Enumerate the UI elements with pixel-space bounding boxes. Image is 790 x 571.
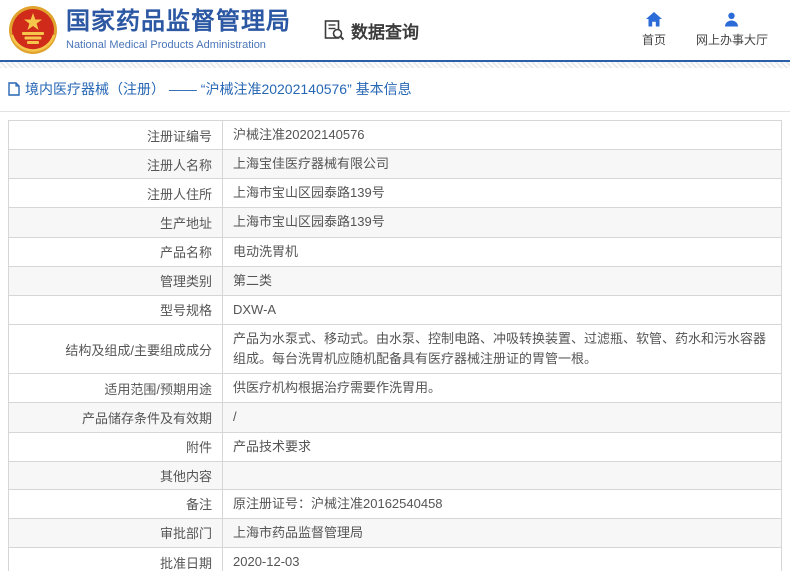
table-row: 附件 产品技术要求 bbox=[8, 431, 782, 462]
row-label: 审批部门 bbox=[8, 517, 223, 548]
row-value: 上海市宝山区园泰路139号 bbox=[222, 178, 782, 209]
row-label-text: 结构及组成/主要组成成分 bbox=[65, 342, 212, 358]
site-header: 国家药品监督管理局 National Medical Products Admi… bbox=[0, 0, 790, 62]
row-label: 适用范围/预期用途 bbox=[8, 373, 223, 404]
row-label-text: 批准日期 bbox=[159, 555, 212, 571]
row-value: 沪械注准20202140576 bbox=[222, 119, 782, 151]
user-icon bbox=[725, 12, 739, 27]
table-row: 备注 原注册证号：沪械注准20162540458 bbox=[8, 488, 782, 519]
breadcrumb-text: 境内医疗器械（注册） —— “沪械注准20202140576” 基本信息 bbox=[25, 81, 412, 97]
row-label: 注册证编号 bbox=[8, 119, 223, 151]
table-row: 产品储存条件及有效期 / bbox=[8, 402, 782, 433]
row-value: 原注册证号：沪械注准20162540458 bbox=[222, 488, 782, 519]
row-label-text: 产品储存条件及有效期 bbox=[81, 410, 212, 426]
row-label: 结构及组成/主要组成成分 bbox=[8, 323, 223, 375]
row-value: 电动洗胃机 bbox=[222, 236, 782, 267]
row-label: 管理类别 bbox=[8, 265, 223, 296]
site-title: 国家药品监督管理局 bbox=[66, 8, 291, 36]
table-row: 生产地址 上海市宝山区园泰路139号 bbox=[8, 207, 782, 238]
table-row: 结构及组成/主要组成成分 产品为水泵式、移动式。由水泵、控制电路、冲吸转换装置、过… bbox=[8, 323, 782, 375]
row-label-text: 型号规格 bbox=[159, 303, 212, 319]
row-label: 型号规格 bbox=[8, 294, 223, 325]
top-nav: 首页 网上办事大厅 bbox=[642, 12, 768, 48]
table-row: 注册人住所 上海市宝山区园泰路139号 bbox=[8, 178, 782, 209]
row-value: DXW-A bbox=[222, 294, 782, 325]
table-row: 批准日期 2020-12-03 bbox=[8, 546, 782, 571]
table-row: 注册人名称 上海宝佳医疗器械有限公司 bbox=[8, 149, 782, 180]
row-label-text: 注册证编号 bbox=[146, 128, 212, 144]
row-label-text: 注册人名称 bbox=[146, 157, 212, 173]
row-label: 备注 bbox=[8, 488, 223, 519]
table-row: 审批部门 上海市药品监督管理局 bbox=[8, 517, 782, 548]
table-row: 注册证编号 沪械注准20202140576 bbox=[8, 119, 782, 151]
data-query-label: 数据查询 bbox=[351, 22, 419, 42]
nav-service-hall[interactable]: 网上办事大厅 bbox=[696, 12, 768, 48]
nav-home[interactable]: 首页 bbox=[642, 12, 666, 48]
row-value: 上海市药品监督管理局 bbox=[222, 517, 782, 548]
site-subtitle: National Medical Products Administration bbox=[66, 38, 266, 51]
table-row: 型号规格 DXW-A bbox=[8, 294, 782, 325]
table-row: 适用范围/预期用途 供医疗机构根据治疗需要作洗胃用。 bbox=[8, 373, 782, 404]
row-label-text: 注册人住所 bbox=[146, 186, 212, 202]
row-value: 2020-12-03 bbox=[222, 546, 782, 571]
row-label: 生产地址 bbox=[8, 207, 223, 238]
table-row: 管理类别 第二类 bbox=[8, 265, 782, 296]
site-logo[interactable]: 国家药品监督管理局 National Medical Products Admi… bbox=[8, 5, 291, 55]
row-label: 注册人住所 bbox=[8, 178, 223, 209]
row-value: 供医疗机构根据治疗需要作洗胃用。 bbox=[222, 373, 782, 404]
nav-home-label: 首页 bbox=[641, 33, 666, 47]
table-row: 产品名称 电动洗胃机 bbox=[8, 236, 782, 267]
row-label-text: 附件 bbox=[185, 440, 212, 456]
table-row: 其他内容 bbox=[8, 460, 782, 490]
row-label: 产品名称 bbox=[8, 236, 223, 267]
info-table-wrap: 注册证编号 沪械注准20202140576 注册人名称 上海宝佳医疗器械有限公司 注册人… bbox=[0, 112, 790, 571]
nav-service-hall-label: 网上办事大厅 bbox=[695, 33, 768, 47]
logo-text: 国家药品监督管理局 National Medical Products Admi… bbox=[66, 8, 291, 51]
row-label: 其他内容 bbox=[8, 460, 223, 490]
row-label-text: 管理类别 bbox=[159, 274, 212, 290]
row-label: 附件 bbox=[8, 431, 223, 462]
row-value: 产品技术要求 bbox=[222, 431, 782, 462]
row-label: 批准日期 bbox=[8, 546, 223, 571]
row-value: 上海宝佳医疗器械有限公司 bbox=[222, 149, 782, 180]
breadcrumb: 境内医疗器械（注册） —— “沪械注准20202140576” 基本信息 bbox=[0, 68, 790, 112]
row-label-text: 其他内容 bbox=[159, 468, 212, 484]
row-label-text: 生产地址 bbox=[159, 215, 212, 231]
doc-search-icon bbox=[324, 20, 345, 41]
row-value bbox=[222, 460, 782, 490]
home-icon bbox=[645, 12, 662, 27]
row-label-text: 审批部门 bbox=[159, 526, 212, 542]
row-label: 产品储存条件及有效期 bbox=[8, 402, 223, 433]
national-emblem-icon bbox=[9, 6, 57, 54]
row-label-text: 产品名称 bbox=[159, 245, 212, 261]
row-value: 第二类 bbox=[222, 265, 782, 296]
row-label-text: 适用范围/预期用途 bbox=[104, 381, 212, 397]
row-label: 注册人名称 bbox=[8, 149, 223, 180]
data-query-tab[interactable]: 数据查询 bbox=[323, 18, 419, 43]
row-value: 上海市宝山区园泰路139号 bbox=[222, 207, 782, 238]
page-icon bbox=[8, 82, 20, 96]
row-value: / bbox=[222, 402, 782, 433]
row-label-text: 备注 bbox=[185, 497, 212, 513]
row-value: 产品为水泵式、移动式。由水泵、控制电路、冲吸转换装置、过滤瓶、软管、药水和污水容… bbox=[222, 323, 782, 375]
info-table: 注册证编号 沪械注准20202140576 注册人名称 上海宝佳医疗器械有限公司 注册人… bbox=[8, 119, 782, 571]
